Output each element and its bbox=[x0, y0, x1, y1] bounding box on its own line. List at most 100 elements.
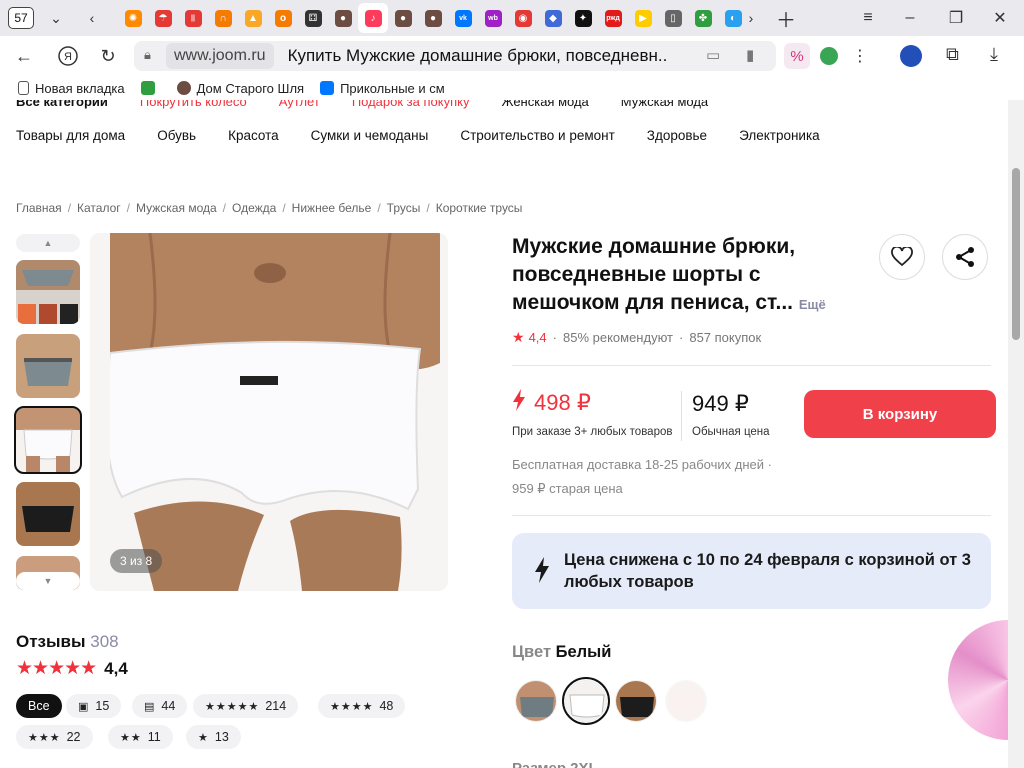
tab-eye-icon[interactable]: ◉ bbox=[508, 3, 538, 33]
category-link[interactable]: Здоровье bbox=[647, 128, 707, 143]
tab-pinwheel-icon[interactable]: ✺ bbox=[118, 3, 148, 33]
tab-play-icon[interactable]: ▶ bbox=[628, 3, 658, 33]
thumbnail[interactable] bbox=[16, 482, 80, 546]
umbrella-icon: ☂ bbox=[154, 9, 172, 27]
back-icon[interactable]: ← bbox=[6, 38, 42, 74]
tab-clover-icon[interactable]: ✤ bbox=[688, 3, 718, 33]
yandex-icon[interactable]: Я bbox=[50, 38, 86, 74]
tab-vk-icon[interactable]: vk bbox=[448, 3, 478, 33]
breadcrumb-link[interactable]: Мужская мода bbox=[136, 201, 217, 215]
product-main-image[interactable]: 3 из 8 bbox=[90, 233, 448, 591]
globe-icon[interactable] bbox=[900, 45, 922, 67]
download-icon[interactable]: ⤓ bbox=[990, 44, 998, 65]
filter-chip-4-stars[interactable]: ★★★★ 48 bbox=[318, 694, 406, 718]
filter-chip-5-stars[interactable]: ★★★★★ 214 bbox=[193, 694, 299, 718]
category-link[interactable]: Строительство и ремонт bbox=[460, 128, 614, 143]
fortune-wheel-widget[interactable] bbox=[948, 620, 1008, 740]
rating-value[interactable]: 4,4 bbox=[529, 330, 547, 345]
category-link[interactable]: Электроника bbox=[739, 128, 820, 143]
filter-chip-1-star[interactable]: ★ 13 bbox=[186, 725, 241, 749]
stars-icon: ★★ bbox=[120, 731, 142, 744]
favorite-button[interactable] bbox=[879, 234, 925, 280]
tab-game-icon[interactable]: ◆ bbox=[538, 3, 568, 33]
collections-icon[interactable]: ⧉ bbox=[946, 44, 959, 65]
thumbnail-strip: ▲ ▼ bbox=[14, 234, 82, 590]
new-tab-icon[interactable]: ＋ bbox=[772, 4, 800, 32]
color-swatch[interactable] bbox=[515, 680, 557, 722]
menu-icon[interactable]: ≡ bbox=[846, 0, 890, 36]
tabs-scroll-left-icon[interactable]: ‹ bbox=[78, 4, 106, 32]
tab-avatar-icon[interactable]: ● bbox=[418, 3, 448, 33]
bookmark-item[interactable] bbox=[140, 81, 161, 95]
reviews-rating: ★★★★★ 4,4 bbox=[16, 657, 128, 680]
tab-avatar-icon[interactable]: ● bbox=[328, 3, 358, 33]
restore-icon[interactable]: ❐ bbox=[934, 0, 978, 36]
tab-count-button[interactable]: 57 bbox=[8, 7, 34, 29]
svg-text:Я: Я bbox=[64, 51, 72, 63]
top-category-link[interactable]: Подарок за покупку bbox=[352, 100, 470, 109]
bookmark-item[interactable]: Дом Старого Шля bbox=[176, 81, 304, 96]
tabs-scroll-right-icon[interactable]: › bbox=[737, 4, 765, 32]
reviews-rating-value: 4,4 bbox=[104, 658, 128, 678]
color-swatch-selected[interactable] bbox=[562, 677, 610, 725]
image-icon: ▣ bbox=[78, 700, 90, 713]
share-button[interactable] bbox=[942, 234, 988, 280]
close-icon[interactable]: ✕ bbox=[978, 0, 1022, 36]
top-category-link[interactable]: Женская мода bbox=[501, 100, 588, 109]
top-category-link[interactable]: Аутлет bbox=[279, 100, 320, 109]
color-swatch[interactable] bbox=[665, 680, 707, 722]
filter-chip-comments[interactable]: ▤ 44 bbox=[132, 694, 188, 718]
thumbs-down-icon[interactable]: ▼ bbox=[16, 572, 80, 590]
add-to-cart-button[interactable]: В корзину bbox=[804, 390, 996, 438]
discount-icon[interactable]: % bbox=[784, 43, 810, 69]
breadcrumb-link[interactable]: Главная bbox=[16, 201, 62, 215]
breadcrumb-link[interactable]: Одежда bbox=[232, 201, 276, 215]
tab-picture-icon[interactable]: ▲ bbox=[238, 3, 268, 33]
top-category-link[interactable]: Все категории bbox=[16, 100, 108, 109]
top-category-link[interactable]: Мужская мода bbox=[621, 100, 708, 109]
more-icon[interactable]: ⋮ bbox=[852, 46, 868, 66]
category-link[interactable]: Сумки и чемоданы bbox=[311, 128, 429, 143]
bookmark-icon[interactable]: ▮ bbox=[746, 46, 754, 64]
url-field[interactable]: 🔒︎ www.joom.ru Купить Мужские домашние б… bbox=[134, 41, 776, 71]
scroll-thumb[interactable] bbox=[1012, 168, 1020, 340]
minimize-icon[interactable]: – bbox=[888, 0, 932, 36]
reader-icon[interactable]: ▭ bbox=[706, 46, 720, 64]
filter-chip-all[interactable]: Все bbox=[16, 694, 62, 718]
tab-ok-icon[interactable]: о bbox=[268, 3, 298, 33]
color-swatch[interactable] bbox=[615, 680, 657, 722]
address-bar: ← Я ↻ 🔒︎ www.joom.ru Купить Мужские дома… bbox=[0, 36, 1024, 76]
category-link[interactable]: Обувь bbox=[157, 128, 196, 143]
category-link[interactable]: Красота bbox=[228, 128, 279, 143]
thumbnail[interactable] bbox=[16, 260, 80, 324]
bookmark-item[interactable]: Новая вкладка bbox=[18, 81, 125, 96]
category-link[interactable]: Товары для дома bbox=[16, 128, 125, 143]
breadcrumb-link[interactable]: Короткие трусы bbox=[436, 201, 523, 215]
filter-chip-photos[interactable]: ▣ 15 bbox=[66, 694, 122, 718]
tab-wb-icon[interactable]: wb bbox=[478, 3, 508, 33]
thumbnail-selected[interactable] bbox=[14, 406, 82, 474]
tab-dice-icon[interactable]: ⚃ bbox=[298, 3, 328, 33]
thumbnail[interactable] bbox=[16, 334, 80, 398]
tab-avatar-icon[interactable]: ● bbox=[388, 3, 418, 33]
scrollbar[interactable] bbox=[1008, 100, 1024, 768]
top-category-link[interactable]: Покрутить колесо bbox=[140, 100, 247, 109]
tab-star-icon[interactable]: ✦ bbox=[568, 3, 598, 33]
tab-document-icon[interactable]: ▯ bbox=[658, 3, 688, 33]
tab-audio-icon[interactable]: || bbox=[178, 3, 208, 33]
title-more-link[interactable]: Ещё bbox=[799, 297, 826, 312]
breadcrumb-link[interactable]: Трусы bbox=[387, 201, 421, 215]
tab-music-icon[interactable]: ♪ bbox=[358, 3, 388, 33]
breadcrumb-link[interactable]: Нижнее белье bbox=[292, 201, 372, 215]
filter-chip-2-stars[interactable]: ★★ 11 bbox=[108, 725, 173, 749]
tab-headphones-icon[interactable]: ∩ bbox=[208, 3, 238, 33]
extension-icon[interactable] bbox=[820, 47, 838, 65]
tab-list-chevron-icon[interactable]: ⌄ bbox=[42, 4, 70, 32]
filter-chip-3-stars[interactable]: ★★★ 22 bbox=[16, 725, 93, 749]
breadcrumb-link[interactable]: Каталог bbox=[77, 201, 121, 215]
thumbs-up-icon[interactable]: ▲ bbox=[16, 234, 80, 252]
reload-icon[interactable]: ↻ bbox=[90, 38, 126, 74]
tab-umbrella-icon[interactable]: ☂ bbox=[148, 3, 178, 33]
bookmark-item[interactable]: Прикольные и см bbox=[320, 81, 445, 96]
tab-rzd-icon[interactable]: ржд bbox=[598, 3, 628, 33]
